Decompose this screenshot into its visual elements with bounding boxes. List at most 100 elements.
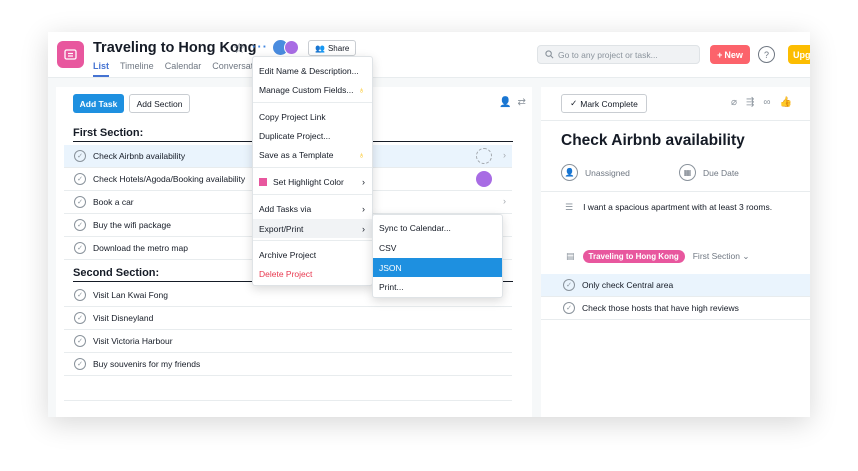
table-row[interactable]: ✓ Visit Disneyland — [64, 307, 512, 330]
mark-complete-label: Mark Complete — [580, 98, 638, 109]
task-name[interactable]: Visit Disneyland — [93, 313, 153, 323]
project-membership: ▤ Traveling to Hong Kong First Section ⌄ — [566, 250, 749, 263]
sort-icon[interactable]: ⇄ — [517, 97, 525, 108]
menu-item-edit-name[interactable]: Edit Name & Description... — [253, 61, 372, 80]
check-icon[interactable]: ✓ — [74, 242, 86, 254]
menu-item-highlight-color[interactable]: Set Highlight Color › — [253, 172, 372, 191]
tab-calendar[interactable]: Calendar — [165, 61, 202, 77]
subtask-name[interactable]: Check those hosts that have high reviews — [582, 303, 739, 313]
divider — [541, 191, 810, 192]
check-icon[interactable]: ✓ — [74, 289, 86, 301]
star-icon[interactable]: ☆ — [233, 40, 246, 57]
due-date-field[interactable]: ▦ Due Date — [679, 164, 739, 181]
chevron-right-icon[interactable]: › — [503, 150, 506, 160]
task-name[interactable]: Buy the wifi package — [93, 220, 171, 230]
check-icon[interactable]: ✓ — [74, 219, 86, 231]
menu-item-json[interactable]: JSON — [373, 258, 502, 277]
subtask-row[interactable]: ✓ Only check Central area — [541, 274, 810, 297]
menu-item-delete[interactable]: Delete Project — [253, 264, 372, 283]
check-icon[interactable]: ✓ — [74, 173, 86, 185]
project-icon — [57, 41, 84, 68]
description-field[interactable]: ☰ I want a spacious apartment with at le… — [565, 202, 772, 213]
search-input[interactable]: Go to any project or task... — [537, 45, 700, 64]
clipboard-icon: ▤ — [566, 251, 575, 261]
check-icon[interactable]: ✓ — [563, 279, 575, 291]
subtask-row[interactable]: ✓ Check those hosts that have high revie… — [541, 297, 810, 320]
color-swatch — [259, 177, 267, 186]
add-task-button[interactable]: Add Task — [73, 94, 124, 113]
task-name[interactable]: Buy souvenirs for my friends — [93, 359, 200, 369]
avatar[interactable] — [476, 171, 492, 187]
person-icon[interactable]: 👤 — [499, 97, 511, 108]
menu-item-add-tasks-via[interactable]: Add Tasks via › — [253, 199, 372, 218]
table-row[interactable]: ✓ Buy souvenirs for my friends — [64, 353, 512, 376]
mark-complete-button[interactable]: ✓ Mark Complete — [561, 94, 647, 113]
table-row[interactable]: ✓ Visit Victoria Harbour — [64, 330, 512, 353]
menu-item-sync-calendar[interactable]: Sync to Calendar... — [373, 218, 502, 237]
menu-divider — [253, 194, 372, 195]
task-name[interactable]: Download the metro map — [93, 243, 188, 253]
search-placeholder: Go to any project or task... — [558, 49, 658, 60]
menu-item-label: Manage Custom Fields... — [259, 84, 354, 95]
add-section-button[interactable]: Add Section — [129, 94, 190, 113]
subtask-name[interactable]: Only check Central area — [582, 280, 673, 290]
tab-list[interactable]: List — [93, 61, 110, 77]
export-submenu: Sync to Calendar... CSV JSON Print... — [372, 214, 503, 298]
menu-item-custom-fields[interactable]: Manage Custom Fields... ♁ — [253, 80, 372, 99]
chevron-right-icon: › — [362, 223, 365, 234]
description-text: I want a spacious apartment with at leas… — [583, 202, 773, 212]
menu-item-export-print[interactable]: Export/Print › — [253, 219, 372, 238]
assignee-value: Unassigned — [585, 167, 630, 178]
tab-timeline[interactable]: Timeline — [120, 61, 154, 77]
project-tag[interactable]: Traveling to Hong Kong — [582, 250, 685, 263]
people-icon: 👥 — [315, 43, 325, 53]
task-name[interactable]: Visit Victoria Harbour — [93, 336, 173, 346]
task-title[interactable]: Check Airbnb availability — [561, 132, 745, 150]
table-row[interactable] — [64, 376, 512, 401]
link-icon[interactable]: ∞ — [763, 97, 770, 108]
menu-item-csv[interactable]: CSV — [373, 238, 502, 257]
check-icon[interactable]: ✓ — [74, 312, 86, 324]
chevron-right-icon: › — [362, 203, 365, 214]
check-icon[interactable]: ✓ — [74, 150, 86, 162]
share-button[interactable]: 👥 Share — [308, 40, 357, 56]
subtask-icon[interactable]: ⇶ — [746, 97, 754, 108]
like-icon[interactable]: 👍 — [780, 97, 792, 108]
text-lines-icon: ☰ — [565, 202, 574, 212]
menu-item-label: Copy Project Link — [259, 111, 326, 122]
menu-item-copy-link[interactable]: Copy Project Link — [253, 107, 372, 126]
task-name[interactable]: Book a car — [93, 197, 134, 207]
premium-badge-icon: ♁ — [358, 84, 365, 95]
menu-item-archive[interactable]: Archive Project — [253, 245, 372, 264]
project-tabs: List Timeline Calendar Conversations — [93, 61, 270, 77]
section-selector[interactable]: First Section ⌄ — [693, 251, 750, 262]
chevron-down-icon: ⌄ — [742, 251, 750, 261]
project-title[interactable]: Traveling to Hong Kong — [93, 40, 257, 56]
help-button[interactable]: ? — [758, 46, 775, 63]
assignee-field[interactable]: 👤 Unassigned — [561, 164, 630, 181]
check-icon[interactable]: ✓ — [74, 196, 86, 208]
menu-item-duplicate[interactable]: Duplicate Project... — [253, 126, 372, 145]
divider — [541, 120, 810, 121]
menu-item-label: Save as a Template — [259, 149, 334, 160]
chevron-right-icon: › — [362, 176, 365, 187]
task-name[interactable]: Check Hotels/Agoda/Booking availability — [93, 174, 245, 184]
task-name[interactable]: Visit Lan Kwai Fong — [93, 290, 168, 300]
menu-item-label: Delete Project — [259, 268, 313, 279]
menu-item-print[interactable]: Print... — [373, 277, 502, 296]
check-icon[interactable]: ✓ — [563, 302, 575, 314]
person-icon: 👤 — [561, 164, 578, 181]
menu-item-save-template[interactable]: Save as a Template ♁ — [253, 145, 372, 164]
new-button[interactable]: + New — [710, 45, 750, 64]
chevron-right-icon[interactable]: › — [503, 196, 506, 206]
avatar[interactable] — [284, 40, 299, 55]
assignee-icon[interactable] — [476, 148, 492, 164]
task-name[interactable]: Check Airbnb availability — [93, 151, 185, 161]
section-selector-label: First Section — [692, 251, 740, 261]
attachment-icon[interactable]: ⌀ — [731, 97, 737, 108]
more-options-icon[interactable]: ··· — [252, 39, 268, 54]
check-icon[interactable]: ✓ — [74, 335, 86, 347]
upgrade-button[interactable]: Upg — [788, 45, 810, 64]
check-icon[interactable]: ✓ — [74, 358, 86, 370]
menu-divider — [253, 240, 372, 241]
